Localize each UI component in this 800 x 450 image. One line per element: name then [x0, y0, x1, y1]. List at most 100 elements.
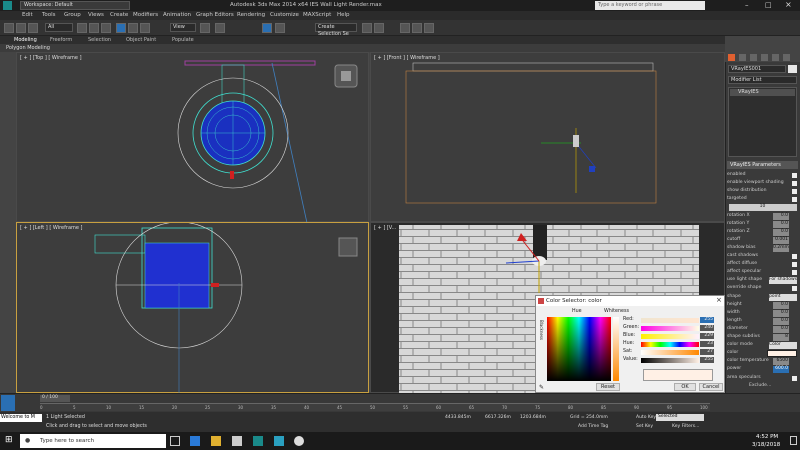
hue-blackness-field[interactable] — [547, 317, 611, 381]
param-row[interactable]: rotation Y 0.0 — [727, 220, 798, 228]
create-tab-icon[interactable] — [728, 54, 735, 61]
display-tab-icon[interactable] — [772, 54, 779, 61]
menu-graph-editors[interactable]: Graph Editors — [196, 12, 234, 18]
param-checkbox[interactable] — [792, 189, 797, 195]
param-row[interactable]: enabled — [727, 172, 798, 179]
param-row[interactable]: Exclude... — [727, 383, 798, 390]
param-row[interactable]: override shape — [727, 285, 798, 292]
param-dropdown[interactable]: Color — [769, 342, 797, 350]
chrome-icon[interactable] — [294, 436, 304, 446]
time-slider[interactable]: 0 / 100 — [40, 395, 70, 402]
param-spinner[interactable]: 0.0 — [773, 309, 789, 317]
param-dropdown[interactable]: point — [769, 293, 797, 301]
clock-date[interactable]: 3/18/2018 — [752, 442, 780, 448]
menu-create[interactable]: Create — [110, 12, 128, 18]
link-icon[interactable] — [28, 23, 38, 33]
param-spinner[interactable]: 8 — [773, 334, 789, 341]
close-icon[interactable]: × — [785, 0, 792, 9]
set-key-button[interactable]: Set Key — [636, 424, 653, 429]
menu-help[interactable]: Help — [337, 12, 350, 18]
param-row[interactable]: color — [727, 350, 798, 358]
param-row[interactable]: width 0.0 — [727, 309, 798, 317]
param-row[interactable]: shape subdivs 8 — [727, 334, 798, 341]
redo-icon[interactable] — [16, 23, 26, 33]
param-row[interactable]: affect diffuse — [727, 261, 798, 268]
red-slider[interactable] — [641, 318, 699, 323]
menu-rendering[interactable]: Rendering — [237, 12, 265, 18]
file-explorer-icon[interactable] — [211, 436, 221, 446]
eyedropper-icon[interactable]: ✎ — [539, 384, 544, 391]
param-checkbox[interactable] — [792, 375, 797, 381]
motion-tab-icon[interactable] — [761, 54, 768, 61]
named-selection-set-dropdown[interactable]: Create Selection Se — [315, 23, 357, 37]
param-row[interactable]: targeted — [727, 196, 798, 203]
undo-icon[interactable] — [4, 23, 14, 33]
menu-views[interactable]: Views — [88, 12, 104, 18]
hue-value[interactable]: 23 — [700, 341, 714, 347]
tab-object-paint[interactable]: Object Paint — [126, 37, 156, 43]
menu-maxscript[interactable]: MAXScript — [303, 12, 331, 18]
object-color-swatch[interactable] — [788, 65, 797, 73]
whiteness-slider[interactable] — [613, 317, 619, 381]
snap-icon[interactable] — [215, 23, 225, 33]
render-setup-icon[interactable] — [412, 23, 422, 33]
x-coordinate[interactable]: 4433.845m — [445, 415, 471, 420]
param-spinner[interactable]: 10 — [729, 204, 797, 212]
viewport-left[interactable]: [ + ] [Left ] [ Wireframe ] — [16, 222, 369, 394]
3dsmax-taskbar-icon[interactable] — [253, 436, 263, 446]
object-name-field[interactable]: VRayIES001 — [728, 65, 786, 73]
notifications-icon[interactable] — [790, 436, 797, 445]
red-value[interactable]: 255 — [700, 317, 714, 323]
utilities-tab-icon[interactable] — [783, 54, 790, 61]
hue-slider[interactable] — [641, 342, 699, 347]
param-row[interactable]: rotation Z 0.0 — [727, 228, 798, 236]
key-mode-dropdown[interactable]: Selected — [656, 414, 704, 421]
track-bar[interactable]: 0 5 10 15 20 25 30 35 40 45 50 55 60 65 70 75 80 85 90 95 10… — [40, 403, 710, 411]
menu-customize[interactable]: Customize — [270, 12, 299, 18]
value-slider[interactable] — [641, 358, 699, 363]
param-spinner[interactable]: 0.0 — [773, 301, 789, 309]
param-spinner[interactable]: 0.0 — [773, 220, 789, 228]
microphone-icon[interactable]: ● — [25, 437, 30, 444]
param-spinner[interactable]: 0.2mm — [773, 244, 789, 252]
cancel-button[interactable]: Cancel — [699, 383, 723, 391]
param-spinner[interactable]: 0.0 — [773, 228, 789, 236]
param-row[interactable]: shape point — [727, 293, 798, 301]
modify-tab-icon[interactable] — [739, 54, 746, 61]
param-row[interactable]: rotation X 0.0 — [727, 212, 798, 220]
search-input[interactable]: Type a keyword or phrase — [595, 1, 705, 10]
param-row[interactable]: cast shadows — [727, 253, 798, 260]
param-row[interactable]: use light shape For shadows — [727, 277, 798, 285]
workspace-dropdown[interactable]: Workspace: Default — [20, 1, 130, 10]
tab-selection[interactable]: Selection — [88, 37, 111, 43]
param-row[interactable]: enable viewport shading — [727, 180, 798, 187]
hierarchy-tab-icon[interactable] — [750, 54, 757, 61]
param-checkbox[interactable] — [792, 286, 797, 292]
param-checkbox[interactable] — [792, 173, 797, 178]
param-spinner[interactable]: 0.0 — [773, 317, 789, 325]
param-checkbox[interactable] — [792, 270, 797, 276]
param-checkbox[interactable] — [792, 181, 797, 187]
menu-group[interactable]: Group — [64, 12, 81, 18]
dialog-close-icon[interactable]: × — [716, 296, 722, 304]
minimize-icon[interactable]: – — [745, 1, 749, 9]
menu-edit[interactable]: Edit — [22, 12, 33, 18]
blue-slider[interactable] — [641, 334, 699, 339]
menu-modifiers[interactable]: Modifiers — [133, 12, 158, 18]
tab-freeform[interactable]: Freeform — [50, 37, 72, 43]
select-by-name-icon[interactable] — [89, 23, 99, 33]
tab-populate[interactable]: Populate — [172, 37, 194, 43]
blue-value[interactable]: 229 — [700, 333, 714, 339]
param-row[interactable]: length 0.0 — [727, 317, 798, 325]
param-row[interactable]: power 600.0 — [727, 366, 798, 374]
select-scale-icon[interactable] — [140, 23, 150, 33]
param-row[interactable]: shadow bias 0.2mm — [727, 244, 798, 252]
param-spinner[interactable]: 0.001 — [773, 236, 789, 244]
y-coordinate[interactable]: 6617.326m — [485, 415, 511, 420]
param-row[interactable]: color temperature 6500 — [727, 358, 798, 366]
material-editor-icon[interactable] — [400, 23, 410, 33]
param-checkbox[interactable] — [792, 197, 797, 203]
windows-start-icon[interactable]: ⊞ — [5, 436, 13, 445]
render-icon[interactable] — [424, 23, 434, 33]
menu-animation[interactable]: Animation — [163, 12, 191, 18]
